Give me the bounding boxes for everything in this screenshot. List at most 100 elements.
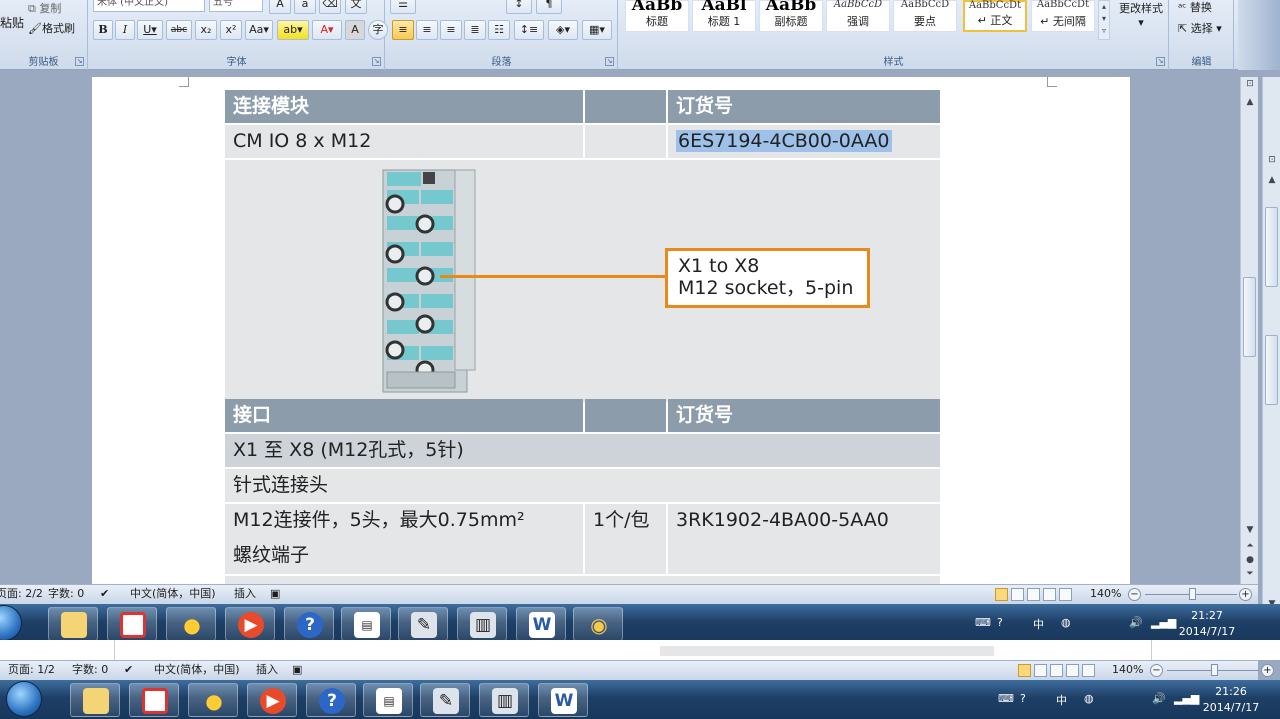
taskbar-app-tool[interactable]: ✎ [398,607,448,641]
italic-button[interactable]: I [115,20,135,40]
proofing-icon[interactable]: ✔ [100,585,109,603]
subscript-button[interactable]: x₂ [195,20,217,40]
bullets-button[interactable]: ☰ [390,0,416,14]
page-count[interactable]: 页面: 1/2 [8,661,55,679]
paste-button[interactable]: 粘贴 [0,14,24,31]
styles-launcher-icon[interactable]: ↘ [1156,57,1165,66]
taskbar-app-media-player[interactable]: ▶ [247,683,297,717]
style-heading-1[interactable]: AaBl 标题 1 [692,0,756,32]
zoom-thumb[interactable] [1189,588,1196,600]
strikethrough-button[interactable]: abc [166,20,192,40]
scroll-up-icon[interactable]: ▲ [1243,95,1257,109]
reading-layout-icon[interactable] [1011,588,1024,601]
taskbar-app-tool[interactable]: ✎ [420,683,470,717]
zoom-level[interactable]: 140% [1112,661,1143,679]
next-page-icon[interactable]: ⏷ [1243,567,1257,581]
paragraph-launcher-icon[interactable]: ↘ [605,57,614,66]
justify-button[interactable]: ≣ [464,20,486,40]
copy-button[interactable]: ⧉ 复制 [28,0,61,16]
table-cell[interactable]: X1 至 X8 (M12孔式，5针) [225,434,940,467]
draft-icon[interactable] [1059,588,1072,601]
ime-icon[interactable]: 中 [1033,616,1044,632]
web-layout-icon[interactable] [1027,588,1040,601]
draft-icon[interactable] [1082,664,1095,677]
word-count[interactable]: 字数: 0 [48,585,84,603]
zoom-in-icon[interactable]: + [1239,588,1252,601]
prev-page-icon[interactable]: ⏶ [1243,539,1257,553]
taskbar-app-file-explorer[interactable] [48,607,98,641]
distributed-button[interactable]: ☷ [488,20,510,40]
font-name-combo[interactable]: 宋体 (中文正文) [93,0,205,12]
table-cell[interactable] [585,125,666,158]
taskbar-app-monitor[interactable]: ▥ [457,607,507,641]
show-marks-button[interactable]: ¶ [536,0,562,14]
sort-button[interactable]: ↕ [506,0,532,14]
font-color-button[interactable]: A▾ [312,20,342,40]
clear-format-button[interactable]: ⌫ [319,0,341,14]
superscript-button[interactable]: x² [220,20,242,40]
align-right-button[interactable]: ≡ [440,20,462,40]
style-no-spacing[interactable]: AaBbCcDt ↵ 无间隔 [1031,0,1095,32]
print-layout-icon[interactable] [1018,664,1031,677]
ruler-toggle-icon[interactable]: ⊡ [1243,77,1257,91]
taskbar-app-monitor[interactable]: ▥ [479,683,529,717]
ruler-toggle-icon[interactable]: ⊡ [1265,153,1279,167]
vertical-scrollbar[interactable]: ⊡ ▲ ▼ ⏶ ● ⏷ [1240,77,1258,584]
taskbar-app-word[interactable]: W [538,683,588,717]
taskbar-app-qq[interactable]: ● [188,683,238,717]
change-case-button[interactable]: Aa▾ [245,20,273,40]
style-normal[interactable]: AaBbCcDt ↵ 正文 [963,0,1027,32]
font-launcher-icon[interactable]: ↘ [372,57,381,66]
phonetic-button[interactable]: 文 [345,0,367,14]
table-cell[interactable]: 1个/包 [585,504,666,574]
table-cell[interactable]: CM IO 8 x M12 [225,125,583,158]
change-styles-button[interactable]: 更改样式 ▾ [1115,2,1167,30]
style-key-point[interactable]: AaBbCcD 要点 [893,0,957,32]
style-emphasis[interactable]: AaBbCcD 强调 [826,0,890,32]
shading-button[interactable]: ◈▾ [548,20,578,40]
borders-button[interactable]: ▦▾ [582,20,612,40]
taskbar-app-word[interactable]: W [516,607,566,641]
enclose-char-button[interactable]: 字 [368,20,388,40]
background-window-scrollbar[interactable]: ⊡ ▲ ▼ [1262,77,1280,617]
format-painter-button[interactable]: 🖌格式刷 [28,20,75,36]
bold-button[interactable]: B [93,20,113,40]
taskbar-app-media-player[interactable]: ▶ [225,607,275,641]
start-button[interactable] [6,681,42,717]
network-tray-icon[interactable]: ◍ [1061,616,1071,629]
styles-scroll-icon[interactable]: ▴ ▾ ▿ [1098,0,1110,40]
taskbar-app-screen-capture[interactable] [129,683,179,717]
volume-icon[interactable]: 🔊 [1129,616,1143,629]
underline-button[interactable]: U▾ [137,20,163,40]
align-center-button[interactable]: ≡ [416,20,438,40]
clipboard-launcher-icon[interactable]: ↘ [75,57,84,66]
help-tray-icon[interactable]: ? [1020,692,1026,705]
ime-icon[interactable]: 中 [1056,692,1067,708]
browse-object-icon[interactable]: ● [1243,553,1257,567]
network-tray-icon[interactable]: ◍ [1084,692,1094,705]
language-status[interactable]: 中文(简体，中国) [154,661,240,679]
keyboard-icon[interactable]: ⌨ [975,616,991,629]
shrink-font-button[interactable]: a [294,0,316,14]
table-cell[interactable]: 3RK1902-4BA00-5AA0 [668,504,940,574]
select-button[interactable]: ⇱ 选择 ▾ [1178,20,1222,36]
macro-icon[interactable]: ▣ [292,661,302,679]
document-page[interactable]: 连接模块 订货号 CM IO 8 x M12 6ES7194-4CB00-0AA… [92,77,1130,590]
table-cell[interactable]: M12连接件，5头，最大0.75mm² 螺纹端子 [225,504,583,574]
taskbar-clock[interactable]: 21:27 2014/7/17 [1172,608,1242,640]
proofing-icon[interactable]: ✔ [124,661,133,679]
outline-icon[interactable] [1066,664,1079,677]
macro-icon[interactable]: ▣ [270,585,280,603]
scroll-thumb[interactable] [1265,335,1278,405]
insert-mode[interactable]: 插入 [256,661,278,679]
zoom-in-icon[interactable]: + [1261,664,1274,677]
selected-order-number[interactable]: 6ES7194-4CB00-0AA0 [676,130,892,152]
taskbar-clock[interactable]: 21:26 2014/7/17 [1196,684,1266,716]
zoom-out-icon[interactable]: − [1150,664,1163,677]
scroll-thumb[interactable] [1243,277,1256,357]
web-layout-icon[interactable] [1050,664,1063,677]
help-tray-icon[interactable]: ? [997,616,1003,629]
style-title[interactable]: AaBb 标题 [625,0,689,32]
table-cell[interactable]: 针式连接头 [225,469,940,502]
scroll-thumb[interactable] [1265,207,1278,287]
